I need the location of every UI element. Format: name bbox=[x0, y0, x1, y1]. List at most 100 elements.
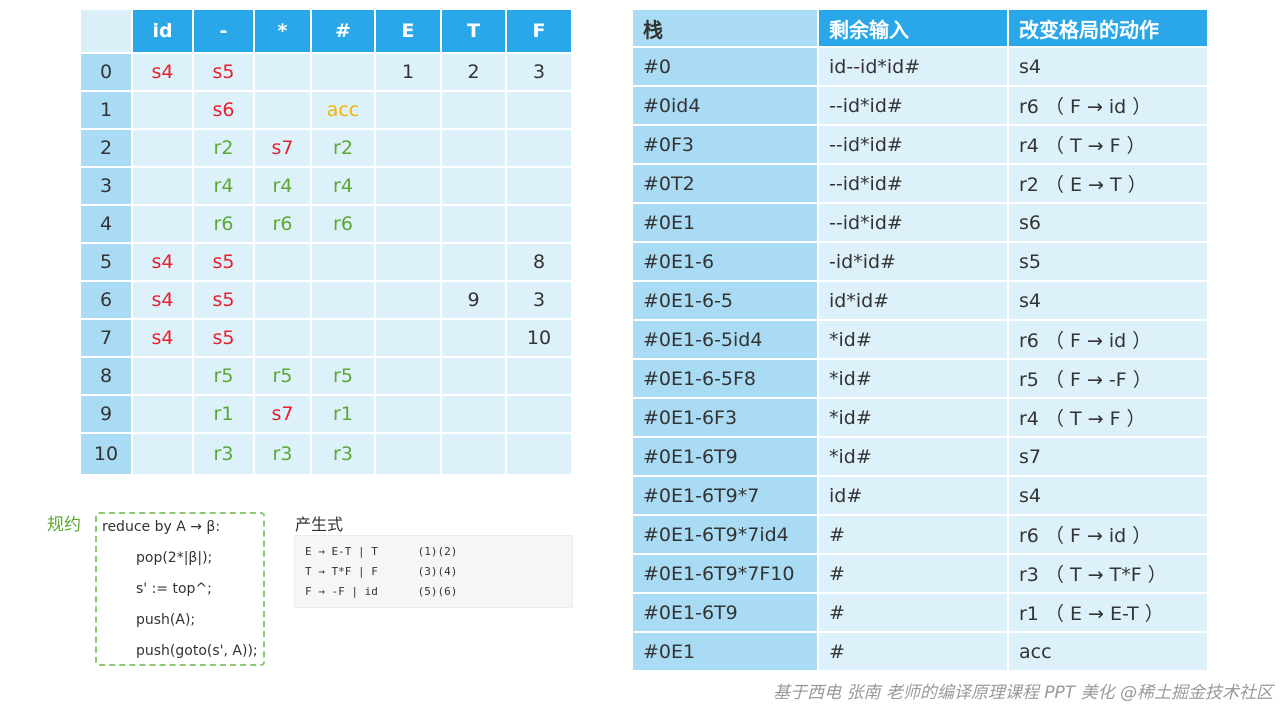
trace-action-cell: r6 （ F → id ） bbox=[1009, 516, 1207, 553]
lr-action-cell bbox=[507, 130, 571, 166]
lr-table-row: 10 r3 r3 r3 bbox=[81, 434, 571, 474]
trace-action-cell: r4 （ T → F ） bbox=[1009, 126, 1207, 163]
trace-stack-cell: #0E1-6T9*7F10 bbox=[633, 555, 817, 592]
lr-action-cell bbox=[376, 320, 440, 356]
trace-row: #0E1-6F3 *id# r4 （ T → F ） bbox=[633, 399, 1207, 436]
production-line: E → E-T | T (1)(2) bbox=[305, 545, 458, 558]
lr-col-header: # bbox=[312, 10, 374, 52]
trace-input-cell: *id# bbox=[819, 321, 1007, 358]
lr-action-cell bbox=[507, 396, 571, 432]
trace-row: #0 id--id*id# s4 bbox=[633, 48, 1207, 85]
lr-action-cell bbox=[376, 358, 440, 394]
trace-action-cell: s5 bbox=[1009, 243, 1207, 280]
trace-row: #0E1-6T9*7 id# s4 bbox=[633, 477, 1207, 514]
parse-trace-table: 栈 剩余输入 改变格局的动作 #0 id--id*id# s4 #0id4 --id*i… bbox=[631, 8, 1209, 672]
trace-stack-cell: #0E1-6T9*7 bbox=[633, 477, 817, 514]
trace-input-cell: --id*id# bbox=[819, 87, 1007, 124]
trace-input-cell: # bbox=[819, 516, 1007, 553]
trace-action-cell: r6 （ F → id ） bbox=[1009, 321, 1207, 358]
lr-action-cell bbox=[133, 206, 192, 242]
trace-stack-cell: #0E1-6 bbox=[633, 243, 817, 280]
lr-action-cell: r6 bbox=[194, 206, 253, 242]
lr-table-row: 3 r4 r4 r4 bbox=[81, 168, 571, 204]
trace-input-cell: # bbox=[819, 555, 1007, 592]
lr-action-cell: s4 bbox=[133, 282, 192, 318]
lr-table-row: 8 r5 r5 r5 bbox=[81, 358, 571, 394]
lr-action-cell bbox=[376, 396, 440, 432]
lr-action-cell: s5 bbox=[194, 54, 253, 90]
trace-row: #0E1-6 -id*id# s5 bbox=[633, 243, 1207, 280]
lr-action-cell: r1 bbox=[312, 396, 374, 432]
trace-stack-cell: #0F3 bbox=[633, 126, 817, 163]
trace-action-cell: r2 （ E → T ） bbox=[1009, 165, 1207, 202]
trace-input-cell: --id*id# bbox=[819, 165, 1007, 202]
trace-table-body: #0 id--id*id# s4 #0id4 --id*id# r6 （ F → id ）… bbox=[633, 48, 1207, 670]
lr-action-cell bbox=[442, 320, 505, 356]
lr-table-row: 4 r6 r6 r6 bbox=[81, 206, 571, 242]
trace-row: #0E1-6T9 *id# s7 bbox=[633, 438, 1207, 475]
lr-table-row: 1 s6 acc bbox=[81, 92, 571, 128]
lr-table-header-row: id - * # E T F bbox=[81, 10, 571, 52]
lr-action-cell bbox=[255, 282, 310, 318]
lr-action-cell: r3 bbox=[312, 434, 374, 474]
lr-parse-table: id - * # E T F 0 s4 s5 1 2 3 1 s6 acc 2 r2 s7 r2 3 r4 r… bbox=[79, 8, 573, 476]
lr-action-cell: 3 bbox=[507, 282, 571, 318]
lr-col-header: T bbox=[442, 10, 505, 52]
lr-action-cell bbox=[507, 206, 571, 242]
lr-action-cell: r2 bbox=[312, 130, 374, 166]
trace-input-cell: id*id# bbox=[819, 282, 1007, 319]
trace-stack-cell: #0E1-6F3 bbox=[633, 399, 817, 436]
lr-action-cell: 3 bbox=[507, 54, 571, 90]
trace-stack-cell: #0 bbox=[633, 48, 817, 85]
lr-action-cell bbox=[133, 358, 192, 394]
lr-action-cell bbox=[133, 130, 192, 166]
trace-input-cell: *id# bbox=[819, 438, 1007, 475]
reduce-code-line: push(goto(s', A)); bbox=[136, 643, 258, 659]
reduce-label: 规约 bbox=[47, 515, 81, 535]
productions-code-box: E → E-T | T (1)(2) T → T*F | F (3)(4) F … bbox=[294, 535, 573, 608]
lr-action-cell: s4 bbox=[133, 320, 192, 356]
lr-action-cell: r6 bbox=[255, 206, 310, 242]
trace-col-stack: 栈 bbox=[633, 10, 817, 46]
trace-row: #0F3 --id*id# r4 （ T → F ） bbox=[633, 126, 1207, 163]
trace-stack-cell: #0E1-6-5 bbox=[633, 282, 817, 319]
trace-action-cell: s6 bbox=[1009, 204, 1207, 241]
lr-state-cell: 0 bbox=[81, 54, 131, 90]
lr-table-row: 0 s4 s5 1 2 3 bbox=[81, 54, 571, 90]
trace-row: #0E1 --id*id# s6 bbox=[633, 204, 1207, 241]
lr-action-cell: 8 bbox=[507, 244, 571, 280]
trace-row: #0E1-6-5F8 *id# r5 （ F → -F ） bbox=[633, 360, 1207, 397]
reduce-code-line: reduce by A → β: bbox=[102, 519, 221, 535]
lr-col-header: * bbox=[255, 10, 310, 52]
lr-action-cell bbox=[312, 320, 374, 356]
lr-action-cell: r5 bbox=[312, 358, 374, 394]
trace-input-cell: # bbox=[819, 594, 1007, 631]
lr-state-cell: 7 bbox=[81, 320, 131, 356]
trace-col-input: 剩余输入 bbox=[819, 10, 1007, 46]
lr-table-corner bbox=[81, 10, 131, 52]
lr-action-cell: r5 bbox=[255, 358, 310, 394]
trace-input-cell: -id*id# bbox=[819, 243, 1007, 280]
lr-table-row: 7 s4 s5 10 bbox=[81, 320, 571, 356]
trace-action-cell: r3 （ T → T*F ） bbox=[1009, 555, 1207, 592]
lr-table-row: 6 s4 s5 9 3 bbox=[81, 282, 571, 318]
lr-state-cell: 4 bbox=[81, 206, 131, 242]
lr-state-cell: 1 bbox=[81, 92, 131, 128]
trace-stack-cell: #0E1-6T9 bbox=[633, 594, 817, 631]
lr-action-cell bbox=[442, 358, 505, 394]
lr-action-cell: r3 bbox=[255, 434, 310, 474]
lr-action-cell bbox=[507, 434, 571, 474]
lr-action-cell bbox=[442, 396, 505, 432]
lr-col-header: F bbox=[507, 10, 571, 52]
trace-row: #0E1 # acc bbox=[633, 633, 1207, 670]
trace-input-cell: id# bbox=[819, 477, 1007, 514]
lr-action-cell: r1 bbox=[194, 396, 253, 432]
lr-state-cell: 6 bbox=[81, 282, 131, 318]
lr-action-cell bbox=[507, 168, 571, 204]
lr-action-cell bbox=[312, 244, 374, 280]
trace-row: #0E1-6-5id4 *id# r6 （ F → id ） bbox=[633, 321, 1207, 358]
productions-title: 产生式 bbox=[295, 515, 344, 534]
trace-action-cell: s4 bbox=[1009, 48, 1207, 85]
lr-action-cell bbox=[133, 434, 192, 474]
reduce-code-line: push(A); bbox=[136, 612, 196, 628]
